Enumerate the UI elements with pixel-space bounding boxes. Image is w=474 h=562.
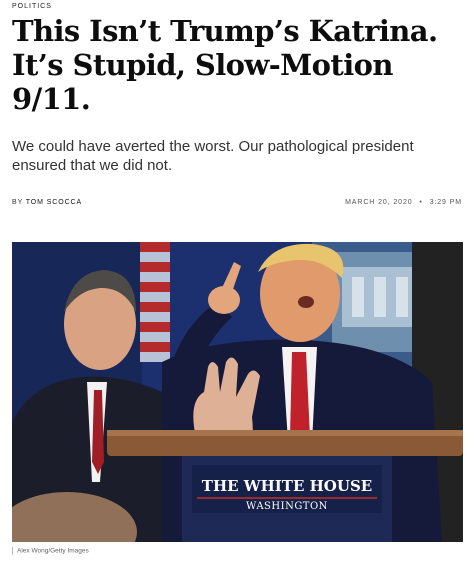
photo-credit-text: Alex Wong/Getty Images	[17, 547, 89, 555]
hero-image: THE WHITE HOUSE WASHINGTON	[12, 242, 463, 542]
dateline: MARCH 20, 2020 • 3:29 PM	[345, 199, 462, 206]
podium-text-line2: WASHINGTON	[246, 501, 328, 512]
publish-date: MARCH 20, 2020	[345, 199, 413, 206]
caption-divider	[12, 547, 13, 555]
headline: This Isn’t Trump’s Katrina. It’s Stupid,…	[12, 14, 438, 116]
podium-text-line1: THE WHITE HOUSE	[202, 477, 372, 495]
byline-prefix: BY	[12, 199, 24, 206]
author-link[interactable]: TOM SCOCCA	[26, 199, 82, 206]
byline: BY TOM SCOCCA	[12, 199, 82, 206]
hero-photo: THE WHITE HOUSE WASHINGTON	[12, 242, 463, 542]
photo-credit: Alex Wong/Getty Images	[12, 547, 89, 555]
publish-time: 3:29 PM	[429, 199, 462, 206]
date-separator: •	[419, 199, 423, 206]
dek: We could have averted the worst. Our pat…	[12, 138, 414, 174]
section-label[interactable]: POLITICS	[12, 3, 52, 10]
